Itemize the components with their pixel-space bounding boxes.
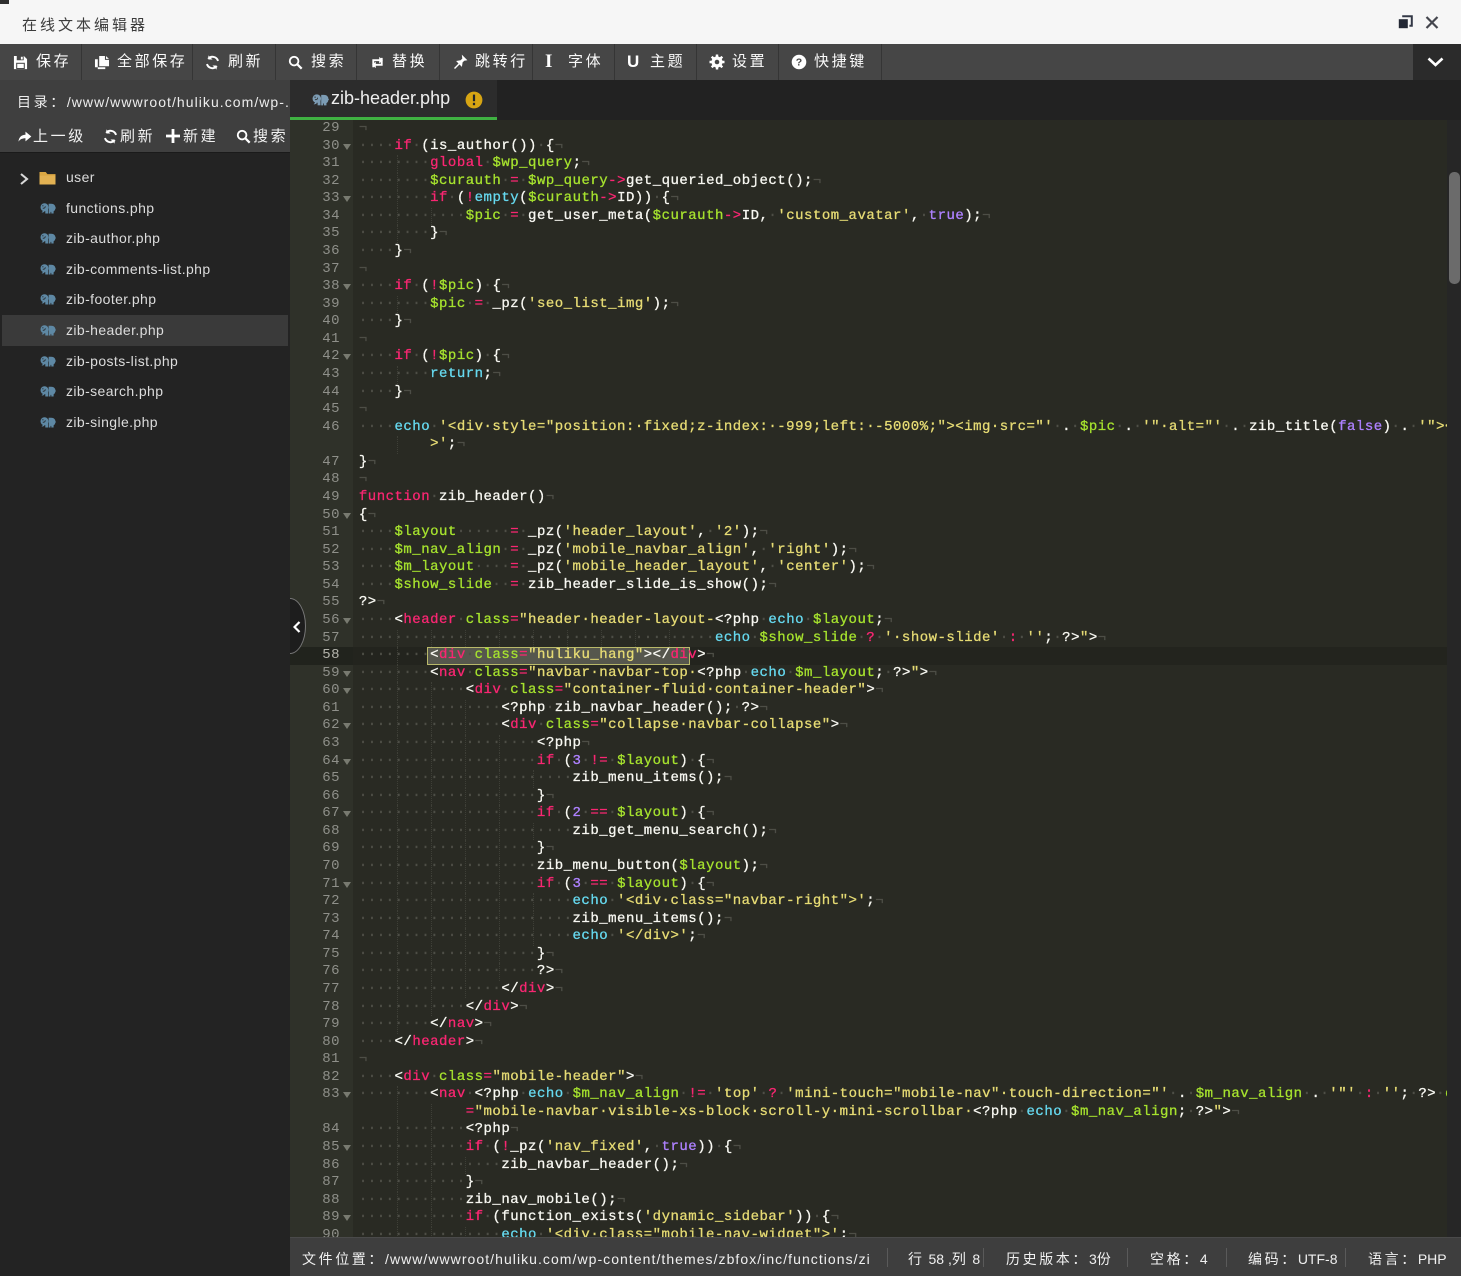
svg-text:?: ? bbox=[796, 57, 802, 69]
